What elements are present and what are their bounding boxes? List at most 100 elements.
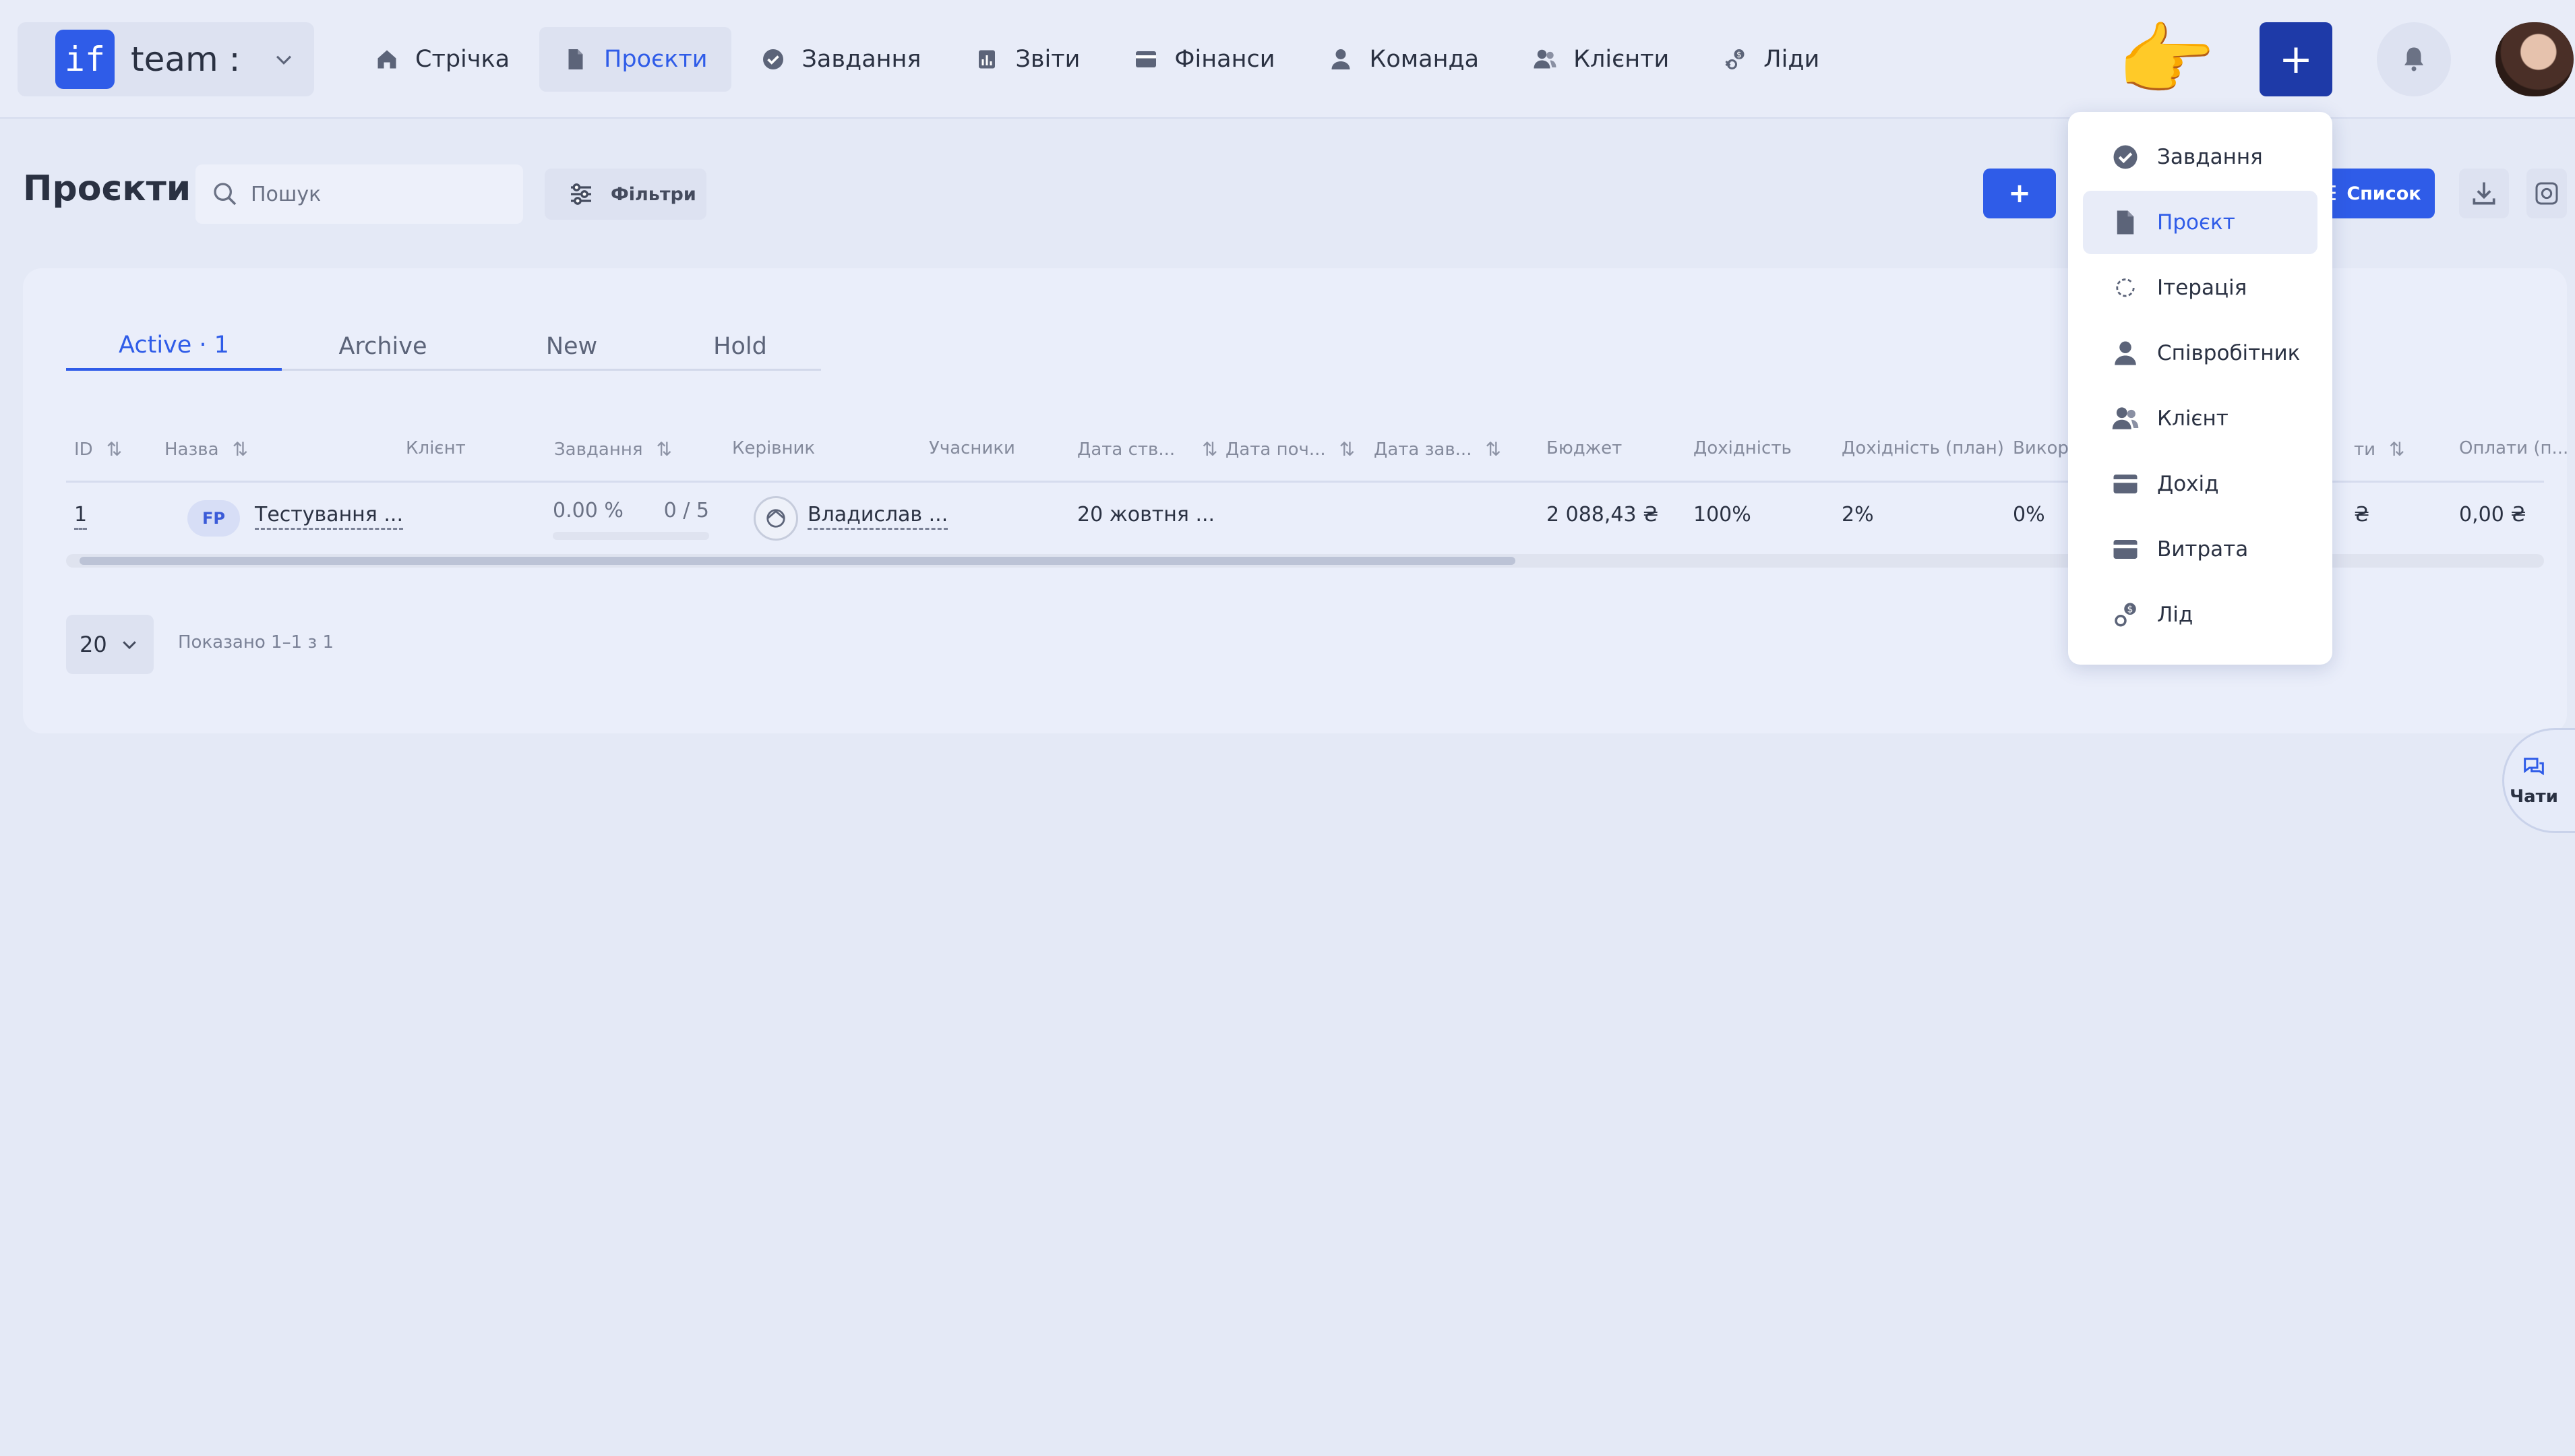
chevron-down-icon bbox=[276, 55, 292, 65]
team-logo: if bbox=[55, 30, 115, 89]
nav-item-team[interactable]: Команда bbox=[1304, 27, 1503, 92]
column-header-payments[interactable]: Оплати (п... bbox=[2459, 438, 2568, 458]
sort-icon: ⇅ bbox=[656, 438, 672, 460]
column-header-profitability[interactable]: Дохідність bbox=[1693, 438, 1792, 458]
create-new-button[interactable]: + bbox=[2260, 22, 2332, 96]
team-name: team : bbox=[131, 40, 241, 79]
sort-icon: ⇅ bbox=[232, 438, 249, 460]
tab-hold[interactable]: Hold bbox=[659, 322, 821, 371]
column-header-manager[interactable]: Керівник bbox=[732, 438, 815, 458]
nav-item-clients[interactable]: Клієнти bbox=[1509, 27, 1693, 92]
column-header-start-date[interactable]: Дата поч... ⇅ bbox=[1225, 438, 1355, 460]
user-avatar[interactable] bbox=[2495, 22, 2574, 96]
column-header-client[interactable]: Клієнт bbox=[406, 438, 466, 458]
column-header-profitability-plan[interactable]: Дохідність (план) bbox=[1842, 438, 2004, 458]
menu-label: Проєкт bbox=[2157, 210, 2235, 235]
nav-item-tasks[interactable]: Завдання bbox=[737, 27, 945, 92]
cell-payments: 0,00 ₴ bbox=[2459, 503, 2526, 526]
cell-name[interactable]: Тестування ... bbox=[255, 503, 403, 530]
notifications-button[interactable] bbox=[2377, 22, 2451, 96]
column-header-end-date[interactable]: Дата зав... ⇅ bbox=[1374, 438, 1501, 460]
column-header-created[interactable]: Дата ств... ⇅ bbox=[1077, 438, 1218, 460]
nav-label: Команда bbox=[1369, 46, 1480, 73]
chevron-down-icon bbox=[122, 641, 136, 650]
nav-label: Фінанси bbox=[1174, 46, 1275, 73]
menu-item-employee[interactable]: Співробітник bbox=[2083, 322, 2318, 385]
document-icon bbox=[2117, 210, 2134, 235]
pagination-summary: Показано 1–1 з 1 bbox=[178, 632, 334, 653]
tasks-percent: 0.00 % bbox=[553, 499, 624, 522]
nav-label: Завдання bbox=[801, 46, 921, 73]
menu-item-income[interactable]: Дохід bbox=[2083, 452, 2318, 516]
menu-label: Завдання bbox=[2157, 145, 2263, 169]
column-header-participants[interactable]: Учасники bbox=[929, 438, 1015, 458]
menu-item-iteration[interactable]: Ітерація bbox=[2083, 256, 2318, 320]
manager-avatar bbox=[754, 496, 798, 541]
bell-icon bbox=[2404, 47, 2423, 71]
progress-bar bbox=[553, 532, 709, 540]
cell-used: 0% bbox=[2013, 503, 2045, 526]
column-header-budget[interactable]: Бюджет bbox=[1546, 438, 1622, 458]
chats-button[interactable]: Чати bbox=[2502, 728, 2575, 833]
sort-icon: ⇅ bbox=[2389, 438, 2405, 460]
search-input[interactable] bbox=[251, 182, 493, 206]
tab-new[interactable]: New bbox=[484, 322, 659, 371]
cell-manager[interactable]: Владислав ... bbox=[808, 503, 948, 530]
menu-item-lead[interactable]: $ Лід bbox=[2083, 583, 2318, 646]
top-bar: if team : Стрічка Проєкти Завдання Звіти… bbox=[0, 0, 2575, 119]
download-icon bbox=[2473, 182, 2495, 205]
menu-item-task[interactable]: Завдання bbox=[2083, 125, 2318, 189]
main-nav: Стрічка Проєкти Завдання Звіти Фінанси К… bbox=[351, 22, 1849, 96]
sort-icon: ⇅ bbox=[1202, 438, 1218, 460]
check-circle-icon bbox=[2113, 145, 2138, 169]
refresh-icon bbox=[2116, 278, 2135, 297]
download-button[interactable] bbox=[2459, 169, 2509, 218]
sort-icon: ⇅ bbox=[106, 438, 123, 460]
cell-created: 20 жовтня ... bbox=[1077, 503, 1215, 526]
cell-id[interactable]: 1 bbox=[74, 503, 88, 530]
menu-label: Лід bbox=[2157, 603, 2193, 627]
card-icon bbox=[2113, 475, 2138, 493]
tab-active[interactable]: Active · 1 bbox=[66, 322, 282, 371]
nav-item-leads[interactable]: $ Ліди bbox=[1699, 27, 1844, 92]
column-header-tasks[interactable]: Завдання ⇅ bbox=[554, 438, 672, 460]
tasks-count: 0 / 5 bbox=[663, 499, 709, 522]
cell-profitability: 100% bbox=[1693, 503, 1751, 526]
nav-label: Проєкти bbox=[604, 46, 708, 73]
scrollbar-thumb[interactable] bbox=[80, 557, 1515, 565]
nav-item-finance[interactable]: Фінанси bbox=[1110, 27, 1299, 92]
per-page-value: 20 bbox=[80, 632, 107, 657]
cell-budget: 2 088,43 ₴ bbox=[1546, 503, 1659, 526]
sort-icon: ⇅ bbox=[1339, 438, 1356, 460]
team-switcher[interactable]: if team : bbox=[18, 22, 314, 96]
per-page-select[interactable]: 20 bbox=[66, 615, 154, 674]
project-badge: FP bbox=[187, 500, 240, 537]
check-circle-icon bbox=[763, 49, 784, 69]
search-box bbox=[195, 164, 523, 224]
column-header-id[interactable]: ID ⇅ bbox=[74, 438, 122, 460]
people-icon bbox=[1534, 49, 1556, 69]
menu-item-project[interactable]: Проєкт bbox=[2083, 191, 2318, 254]
home-icon bbox=[377, 50, 396, 69]
menu-item-client[interactable]: Клієнт bbox=[2083, 387, 2318, 450]
column-header-name[interactable]: Назва ⇅ bbox=[164, 438, 248, 460]
nav-item-reports[interactable]: Звіти bbox=[950, 27, 1104, 92]
lead-icon: $ bbox=[2115, 603, 2136, 627]
nav-item-feed[interactable]: Стрічка bbox=[351, 27, 534, 92]
add-project-button[interactable]: + bbox=[1983, 169, 2056, 218]
svg-text:$: $ bbox=[1736, 50, 1742, 59]
filters-button[interactable]: Фільтри bbox=[545, 169, 706, 220]
filters-label: Фільтри bbox=[611, 183, 696, 205]
table-settings-button[interactable] bbox=[2526, 169, 2567, 218]
menu-item-expense[interactable]: Витрата bbox=[2083, 518, 2318, 581]
nav-item-projects[interactable]: Проєкти bbox=[539, 27, 732, 92]
tab-archive[interactable]: Archive bbox=[282, 322, 484, 371]
card-icon bbox=[2113, 540, 2138, 559]
chart-icon bbox=[979, 50, 996, 69]
menu-label: Співробітник bbox=[2157, 341, 2301, 365]
pointing-hand-icon: 👉 bbox=[2117, 13, 2216, 107]
column-header-ti[interactable]: ти ⇅ bbox=[2354, 438, 2405, 460]
wallet-icon bbox=[1136, 51, 1157, 67]
cell-profitability-plan: 2% bbox=[1842, 503, 1874, 526]
sort-icon: ⇅ bbox=[1485, 438, 1501, 460]
